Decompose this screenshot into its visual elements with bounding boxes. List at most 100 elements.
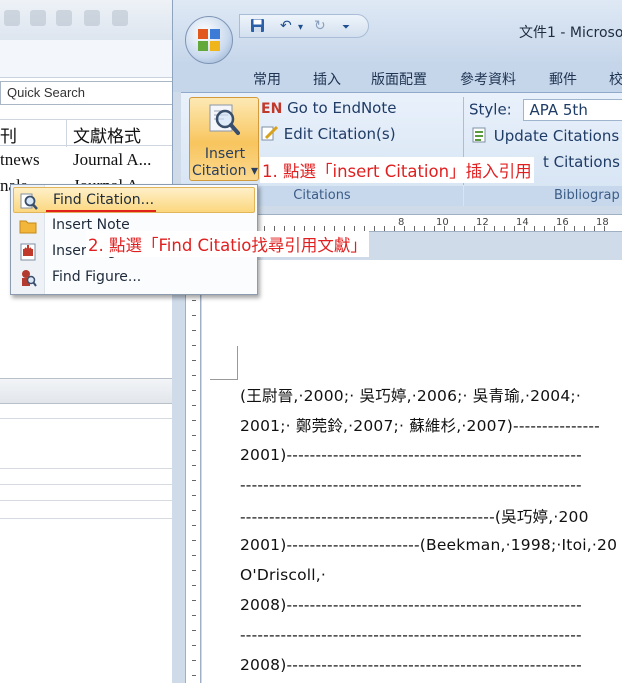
ruler-tick	[192, 495, 196, 496]
find-citation-underline	[46, 210, 156, 212]
ruler-tick	[444, 226, 445, 231]
ruler-tick	[424, 226, 425, 231]
ruler-number: 16	[556, 217, 569, 228]
ruler-tick	[192, 675, 196, 676]
redo-icon[interactable]: ↻	[314, 18, 326, 34]
document-line[interactable]: 2008)-----------------------------------…	[240, 656, 582, 674]
ruler-tick	[394, 226, 395, 231]
toolbar-button[interactable]	[56, 10, 72, 26]
ruler-tick	[414, 226, 415, 231]
ruler-tick	[192, 375, 196, 376]
ruler-number: 10	[436, 217, 449, 228]
document-line[interactable]: ----------------------------------------…	[240, 505, 589, 527]
quick-search-input[interactable]: Quick Search	[0, 81, 176, 105]
divider	[0, 468, 178, 469]
document-line[interactable]: 2008)-----------------------------------…	[240, 596, 582, 614]
document-line[interactable]: ----------------------------------------…	[240, 476, 582, 494]
column-header-journal[interactable]: 刊	[0, 122, 17, 147]
annotation-step-2: 2. 點選「Find Citatio找尋引用文獻」	[86, 231, 369, 257]
convert-citations-label: t Citations a	[543, 153, 622, 171]
column-header-ref-type[interactable]: 文獻格式	[73, 122, 141, 147]
column-divider[interactable]	[66, 120, 67, 147]
convert-citations-button[interactable]: t Citations a	[543, 153, 622, 171]
menu-item-find-figure[interactable]: Find Figure...	[13, 265, 255, 291]
endnote-lower-pane	[0, 378, 178, 683]
ruler-tick	[374, 226, 375, 231]
tab-references[interactable]: 參考資料	[460, 69, 516, 89]
ruler-tick	[514, 226, 515, 231]
folder-icon	[19, 220, 37, 234]
document-line[interactable]: (王尉晉,·2000;· 吳巧婷,·2006;· 吳青瑜,·2004;·	[240, 384, 581, 406]
group-label-bibliography: Bibliograp	[464, 186, 622, 206]
tab-insert[interactable]: 插入	[313, 69, 341, 89]
ruler-tick	[192, 480, 196, 481]
save-icon[interactable]	[250, 18, 265, 37]
ruler-tick	[544, 226, 545, 231]
ruler-number: 14	[516, 217, 529, 228]
title-bar: ↶ ▾ ↻ ⏷ 文件1 - Microso	[173, 0, 622, 64]
edit-citations-icon	[261, 125, 279, 141]
toolbar-button[interactable]	[30, 10, 46, 26]
ruler-tick	[404, 226, 405, 231]
document-line[interactable]: O'Driscoll,·	[240, 566, 326, 584]
divider	[0, 418, 178, 419]
tab-review[interactable]: 校	[609, 69, 622, 89]
toolbar-button[interactable]	[112, 10, 128, 26]
ruler-tick	[192, 405, 196, 406]
find-figure-icon	[22, 270, 37, 287]
document-page[interactable]	[202, 260, 622, 683]
ruler-tick	[192, 345, 196, 346]
ruler-tick	[192, 645, 196, 646]
insert-citation-label-2: Citation ▾	[191, 163, 259, 179]
toolbar-button[interactable]	[84, 10, 100, 26]
insert-citation-icon	[209, 104, 240, 135]
find-figure-label: Find Figure...	[52, 269, 142, 285]
horizontal-ruler[interactable]: 8 10 12 14 16 18	[208, 214, 622, 232]
toolbar-button[interactable]	[4, 10, 20, 26]
edit-citations-button[interactable]: Edit Citation(s)	[261, 125, 396, 143]
tab-page-layout[interactable]: 版面配置	[371, 69, 427, 89]
ruler-tick	[192, 555, 196, 556]
office-button[interactable]	[185, 16, 233, 64]
edit-citations-label: Edit Citation(s)	[283, 125, 396, 143]
ruler-tick	[192, 630, 196, 631]
ruler-tick	[192, 390, 196, 391]
ruler-tick	[192, 360, 196, 361]
ruler-tick	[584, 226, 585, 231]
insert-citation-label: Insert	[204, 146, 246, 162]
insert-citation-button[interactable]: Insert Citation ▾	[189, 97, 259, 181]
vertical-ruler[interactable]	[185, 260, 201, 683]
undo-dropdown-icon[interactable]: ▾	[298, 22, 303, 33]
ruler-tick	[594, 226, 595, 231]
style-selector[interactable]: Style: APA 5th	[469, 99, 622, 121]
ruler-tick	[192, 525, 196, 526]
ruler-tick	[192, 450, 196, 451]
document-line[interactable]: 2001)-----------------------------------…	[240, 446, 582, 464]
find-citation-icon	[20, 193, 38, 210]
ruler-tick	[484, 226, 485, 231]
style-label: Style:	[469, 100, 512, 119]
update-citations-button[interactable]: Update Citations a	[471, 127, 622, 145]
ruler-tick	[192, 570, 196, 571]
library-table-header: 刊 文獻格式	[0, 119, 178, 147]
table-row[interactable]: tnews Journal A...	[0, 148, 178, 173]
ruler-tick	[524, 226, 525, 231]
table-cell: Journal A...	[73, 150, 152, 169]
ruler-tick	[192, 615, 196, 616]
ribbon-tabs: 常用 插入 版面配置 參考資料 郵件 校	[173, 64, 622, 92]
document-line[interactable]: ----------------------------------------…	[240, 626, 582, 644]
go-to-endnote-button[interactable]: EN Go to EndNote	[261, 99, 396, 117]
document-line[interactable]: 2001)-----------------------(Beekman,·19…	[240, 536, 617, 554]
tab-mailings[interactable]: 郵件	[549, 69, 577, 89]
style-dropdown[interactable]: APA 5th	[522, 99, 622, 121]
tab-home[interactable]: 常用	[253, 69, 281, 89]
ruler-number: 12	[476, 217, 489, 228]
customize-toolbar-icon[interactable]: ⏷	[342, 22, 350, 33]
endnote-icon: EN	[261, 101, 283, 117]
ruler-tick	[192, 660, 196, 661]
divider	[0, 518, 178, 519]
ruler-tick	[454, 226, 455, 231]
document-line[interactable]: 2001;· 鄭莞鈴,·2007;· 蘇維杉,·2007)-----------…	[240, 414, 600, 436]
undo-icon[interactable]: ↶	[280, 18, 292, 34]
annotation-step-1: 1. 點選「insert Citation」插入引用	[260, 157, 534, 183]
